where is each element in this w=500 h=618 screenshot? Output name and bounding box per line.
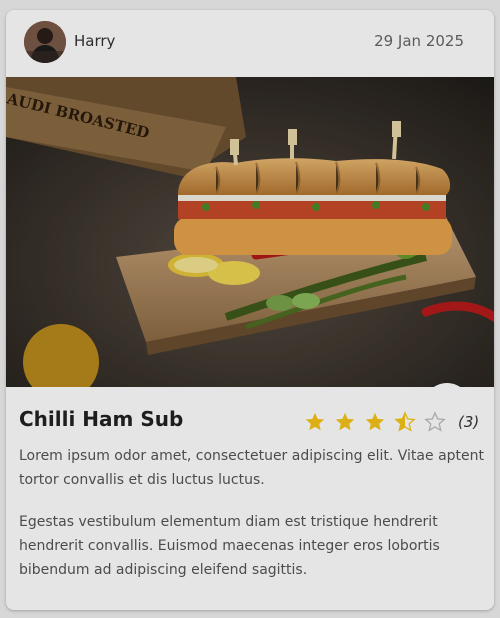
star-full-icon[interactable] bbox=[334, 411, 356, 433]
description-paragraph: Egestas vestibulum elementum diam est tr… bbox=[19, 514, 440, 578]
star-full-icon[interactable] bbox=[364, 411, 386, 433]
star-rating[interactable]: (3) bbox=[304, 410, 479, 434]
avatar-image bbox=[24, 21, 66, 63]
star-empty-icon[interactable] bbox=[424, 411, 446, 433]
post-date: 29 Jan 2025 bbox=[374, 32, 464, 50]
star-full-icon[interactable] bbox=[304, 411, 326, 433]
recipe-title: Chilli Ham Sub bbox=[19, 407, 184, 431]
avatar[interactable] bbox=[24, 21, 66, 63]
recipe-card: Harry 29 Jan 2025 AUDI BROASTED Chilli H… bbox=[6, 10, 494, 610]
card-header: Harry 29 Jan 2025 bbox=[6, 10, 494, 76]
recipe-photo: AUDI BROASTED bbox=[6, 77, 494, 387]
author-name[interactable]: Harry bbox=[74, 32, 115, 50]
description-paragraph: Lorem ipsum odor amet, consectetuer adip… bbox=[19, 448, 484, 488]
rating-count: (3) bbox=[458, 413, 480, 431]
star-half-icon[interactable] bbox=[394, 411, 416, 433]
sandwich-image: AUDI BROASTED bbox=[6, 77, 494, 387]
